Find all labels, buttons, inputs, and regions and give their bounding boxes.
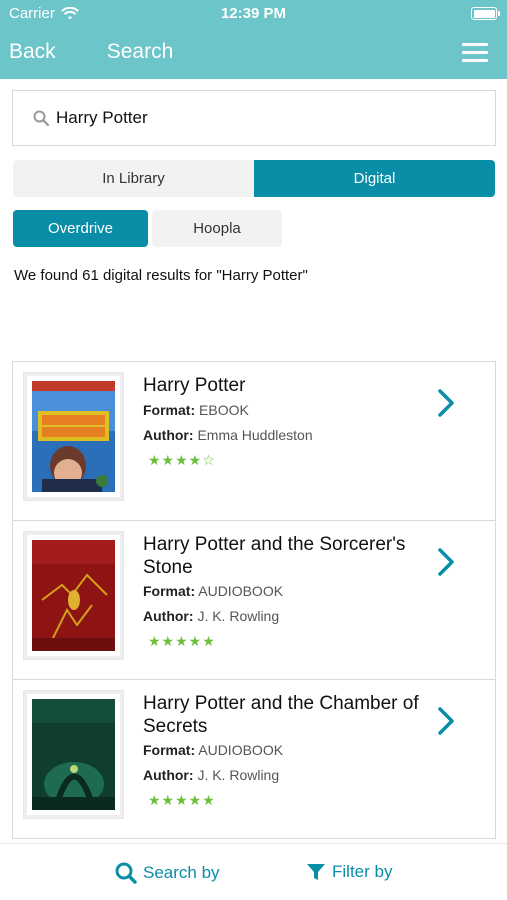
- format-line: Format: EBOOK: [143, 402, 249, 418]
- book-title[interactable]: Harry Potter and the Chamber of Secrets: [143, 692, 423, 738]
- author-label: Author:: [143, 608, 194, 624]
- search-value: Harry Potter: [56, 108, 148, 127]
- search-by-label: Search by: [143, 863, 220, 882]
- author-value: J. K. Rowling: [197, 767, 280, 783]
- filter-by-label: Filter by: [332, 862, 393, 881]
- cover-image: [32, 381, 115, 492]
- search-by-button[interactable]: Search by: [115, 862, 220, 884]
- list-item[interactable]: Harry Potter and the Sorcerer's Stone Fo…: [12, 521, 496, 680]
- nav-bar: Back Search: [0, 28, 507, 79]
- format-label: Format:: [143, 583, 196, 599]
- star-rating: ★★★★★: [148, 633, 216, 649]
- search-icon: [33, 110, 49, 126]
- list-item[interactable]: Harry Potter and the Chamber of Secrets …: [12, 680, 496, 839]
- results-count-text: We found 61 digital results for "Harry P…: [14, 267, 308, 284]
- filter-by-button[interactable]: Filter by: [306, 862, 392, 882]
- tab-hoopla[interactable]: Hoopla: [152, 210, 282, 247]
- filter-icon: [307, 864, 325, 880]
- search-icon: [115, 862, 137, 884]
- author-label: Author:: [143, 427, 194, 443]
- format-line: Format: AUDIOBOOK: [143, 583, 283, 599]
- provider-segment: Overdrive Hoopla: [13, 210, 282, 247]
- chevron-right-icon[interactable]: [437, 547, 455, 577]
- hamburger-menu-icon[interactable]: [462, 43, 488, 63]
- tab-overdrive[interactable]: Overdrive: [13, 210, 148, 247]
- author-line: Author: J. K. Rowling: [143, 767, 279, 783]
- format-label: Format:: [143, 402, 196, 418]
- format-line: Format: AUDIOBOOK: [143, 742, 283, 758]
- format-value: AUDIOBOOK: [198, 583, 284, 599]
- author-value: J. K. Rowling: [197, 608, 280, 624]
- author-line: Author: J. K. Rowling: [143, 608, 279, 624]
- header: Carrier 12:39 PM Back Search: [0, 0, 507, 79]
- chevron-right-icon[interactable]: [437, 388, 455, 418]
- tab-in-library[interactable]: In Library: [13, 160, 254, 197]
- clock: 12:39 PM: [220, 5, 287, 22]
- book-title[interactable]: Harry Potter and the Sorcerer's Stone: [143, 533, 423, 579]
- tab-digital[interactable]: Digital: [254, 160, 495, 197]
- author-line: Author: Emma Huddleston: [143, 427, 313, 443]
- book-cover: [23, 690, 124, 819]
- bottom-toolbar: Search by Filter by: [0, 843, 507, 900]
- cover-image: [32, 540, 115, 651]
- star-rating: ★★★★★: [148, 792, 216, 808]
- format-label: Format:: [143, 742, 196, 758]
- format-value: AUDIOBOOK: [198, 742, 284, 758]
- book-cover: [23, 372, 124, 501]
- author-value: Emma Huddleston: [197, 427, 313, 443]
- chevron-right-icon[interactable]: [437, 706, 455, 736]
- location-segment: In Library Digital: [13, 160, 495, 197]
- page-title: Search: [106, 40, 174, 63]
- status-bar: Carrier 12:39 PM: [0, 0, 507, 28]
- battery-icon: [471, 7, 500, 20]
- results-list: Harry Potter Format: EBOOK Author: Emma …: [12, 361, 496, 843]
- book-title[interactable]: Harry Potter: [143, 374, 423, 397]
- star-rating: ★★★★☆: [148, 452, 216, 468]
- format-value: EBOOK: [199, 402, 249, 418]
- cover-image: [32, 699, 115, 810]
- search-input[interactable]: Harry Potter: [12, 90, 496, 146]
- book-cover: [23, 531, 124, 660]
- list-item[interactable]: Harry Potter Format: EBOOK Author: Emma …: [12, 362, 496, 521]
- author-label: Author:: [143, 767, 194, 783]
